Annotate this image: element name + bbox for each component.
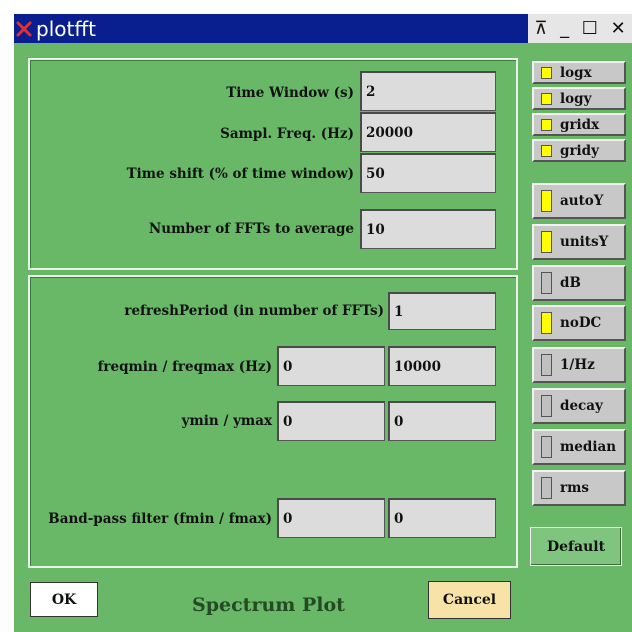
time-shift-label: Time shift (% of time window): [126, 166, 354, 182]
toggle-label: 1/Hz: [560, 357, 595, 373]
toggle-logx[interactable]: logx: [532, 61, 626, 84]
toggle-unitsy[interactable]: unitsY: [532, 224, 626, 260]
ok-button[interactable]: OK: [30, 582, 98, 617]
close-icon[interactable]: ✕: [611, 18, 626, 39]
indicator-icon: [541, 118, 552, 131]
indicator-icon: [541, 66, 552, 79]
default-button[interactable]: Default: [530, 527, 622, 566]
indicator-icon: [541, 144, 552, 157]
n-ffts-input[interactable]: [360, 209, 496, 249]
indicator-icon: [541, 92, 552, 105]
indicator-icon: [541, 354, 552, 376]
toggle-label: median: [560, 439, 617, 455]
indicator-icon: [541, 477, 552, 499]
toggle-label: rms: [560, 480, 589, 496]
toggle-label: noDC: [560, 315, 602, 331]
stick-icon[interactable]: ⊼: [534, 18, 547, 39]
sampl-freq-label: Sampl. Freq. (Hz): [220, 126, 354, 142]
bandpass-fmin-input[interactable]: [277, 498, 385, 538]
time-window-label: Time Window (s): [226, 85, 354, 101]
title-bar[interactable]: plotfft ⊼ _ ☐ ✕: [14, 14, 632, 43]
sampl-freq-input[interactable]: [360, 112, 496, 152]
cancel-button[interactable]: Cancel: [428, 581, 511, 619]
toggle-label: gridx: [560, 116, 600, 133]
toggle-label: unitsY: [560, 234, 609, 250]
refresh-period-label: refreshPeriod (in number of FFTs): [124, 303, 384, 319]
toggle-label: logy: [560, 90, 592, 107]
indicator-icon: [541, 231, 552, 253]
freqmin-input[interactable]: [277, 346, 385, 386]
indicator-icon: [541, 395, 552, 417]
freqmax-input[interactable]: [388, 346, 496, 386]
ymin-input[interactable]: [277, 401, 385, 441]
spectrum-plot-caption: Spectrum Plot: [192, 594, 345, 616]
time-window-input[interactable]: [360, 71, 496, 111]
maximize-icon[interactable]: ☐: [582, 18, 598, 39]
app-logo-icon: [14, 14, 34, 43]
bandpass-fmax-input[interactable]: [388, 498, 496, 538]
toggle-decay[interactable]: decay: [532, 388, 626, 424]
indicator-icon: [541, 436, 552, 458]
toggle-label: dB: [560, 275, 581, 291]
indicator-icon: [541, 190, 552, 212]
toggle-rms[interactable]: rms: [532, 470, 626, 506]
indicator-icon: [541, 272, 552, 294]
refresh-period-input[interactable]: [388, 292, 496, 330]
toggle-logy[interactable]: logy: [532, 87, 626, 110]
window-controls: ⊼ _ ☐ ✕: [528, 14, 632, 43]
toggle-nodc[interactable]: noDC: [532, 305, 626, 341]
toggle-autoy[interactable]: autoY: [532, 183, 626, 219]
toggle-db[interactable]: dB: [532, 265, 626, 301]
toggle-label: logx: [560, 64, 592, 81]
toggle-gridx[interactable]: gridx: [532, 113, 626, 136]
toggle-per-hz[interactable]: 1/Hz: [532, 347, 626, 383]
window-title: plotfft: [36, 16, 96, 41]
minimize-icon[interactable]: _: [560, 18, 569, 39]
n-ffts-label: Number of FFTs to average: [148, 221, 354, 237]
time-shift-input[interactable]: [360, 153, 496, 193]
toggle-label: decay: [560, 398, 603, 414]
indicator-icon: [541, 312, 552, 334]
toggle-label: autoY: [560, 193, 604, 209]
toggle-median[interactable]: median: [532, 429, 626, 465]
freq-range-label: freqmin / freqmax (Hz): [97, 359, 272, 375]
plotfft-window: plotfft ⊼ _ ☐ ✕ Time Window (s) Sampl. F…: [14, 14, 632, 632]
ymax-input[interactable]: [388, 401, 496, 441]
bandpass-label: Band-pass filter (fmin / fmax): [48, 511, 272, 527]
y-range-label: ymin / ymax: [181, 413, 272, 429]
toggle-gridy[interactable]: gridy: [532, 139, 626, 162]
toggle-label: gridy: [560, 142, 599, 159]
